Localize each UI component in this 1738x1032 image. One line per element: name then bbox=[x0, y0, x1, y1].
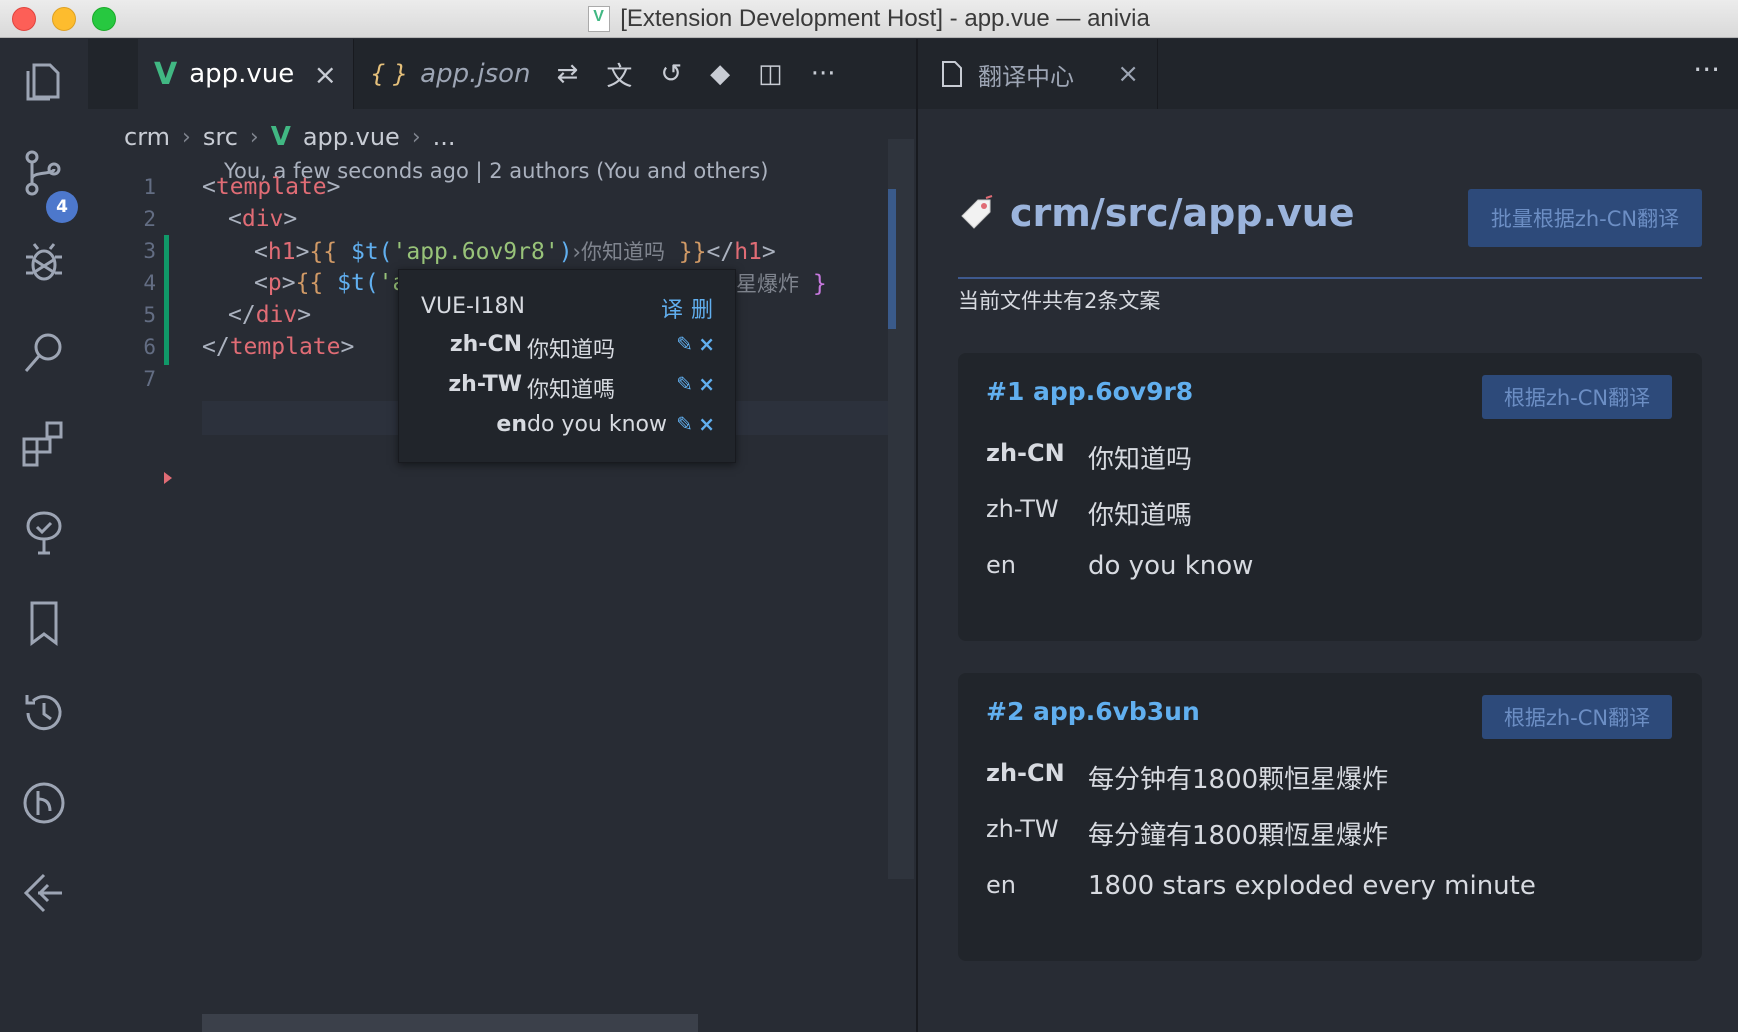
entry-value[interactable]: 1800 stars exploded every minute bbox=[1088, 871, 1536, 901]
json-icon: { } bbox=[370, 60, 409, 88]
more-actions-icon[interactable]: ··· bbox=[1693, 53, 1720, 86]
hover-row: zh-CN 你知道吗 ✎ × bbox=[449, 332, 715, 363]
breadcrumb-item[interactable]: src bbox=[203, 123, 238, 151]
vue-icon: V bbox=[270, 122, 291, 152]
gitlens-icon[interactable] bbox=[16, 865, 72, 921]
split-editor-icon[interactable]: ◫ bbox=[758, 59, 783, 89]
tab-label: app.vue bbox=[189, 59, 295, 89]
tree-check-icon[interactable] bbox=[16, 505, 72, 561]
entry-value[interactable]: 你知道嗎 bbox=[1088, 495, 1192, 532]
entry-row: en 1800 stars exploded every minute bbox=[986, 871, 1536, 901]
hover-title: VUE-I18N bbox=[421, 294, 525, 319]
code-line: 2 <div> bbox=[143, 206, 298, 232]
explorer-icon[interactable] bbox=[16, 53, 72, 109]
activity-bar: 4 bbox=[0, 39, 88, 1032]
window-maximize-button[interactable] bbox=[92, 7, 116, 31]
tab-app-json[interactable]: { } app.json bbox=[354, 39, 547, 109]
editor-area: V app.vue × { } app.json ⇄ 文 ↺ ◆ ◫ ··· c… bbox=[88, 39, 916, 1032]
window-close-button[interactable] bbox=[12, 7, 36, 31]
divider bbox=[958, 277, 1702, 279]
hover-row: zh-TW 你知道嗎 ✎ × bbox=[448, 372, 715, 403]
compare-changes-icon[interactable]: ⇄ bbox=[557, 59, 579, 89]
file-icon bbox=[942, 61, 962, 87]
close-icon[interactable]: × bbox=[698, 332, 715, 356]
chevron-right-icon: › bbox=[182, 124, 191, 150]
tag-icon bbox=[961, 195, 993, 229]
window-title-text: [Extension Development Host] - app.vue —… bbox=[620, 4, 1150, 32]
editor-tab-bar: V app.vue × { } app.json ⇄ 文 ↺ ◆ ◫ ··· bbox=[88, 39, 916, 109]
i18n-hover-popup: VUE-I18N 译 删 zh-CN 你知道吗 ✎ × zh-TW 你知道嗎 ✎… bbox=[398, 269, 736, 463]
entry-row: en do you know bbox=[986, 551, 1254, 581]
close-icon[interactable]: × bbox=[698, 372, 715, 396]
batch-translate-button[interactable]: 批量根据zh-CN翻译 bbox=[1468, 189, 1702, 247]
panel-tab-bar: 翻译中心 × ··· bbox=[918, 39, 1738, 109]
git-icon[interactable]: ◆ bbox=[710, 59, 730, 89]
pencil-icon[interactable]: ✎ bbox=[676, 332, 693, 356]
breadcrumb: crm › src › V app.vue › ... bbox=[88, 109, 916, 165]
chevron-right-icon: › bbox=[249, 124, 259, 150]
search-icon[interactable] bbox=[16, 325, 72, 381]
tab-app-vue[interactable]: V app.vue × bbox=[138, 39, 354, 109]
close-icon[interactable]: × bbox=[314, 58, 337, 91]
tab-translation-center[interactable]: 翻译中心 × bbox=[918, 39, 1158, 109]
window-title: [Extension Development Host] - app.vue —… bbox=[588, 5, 1150, 33]
entry-row: zh-TW 你知道嗎 bbox=[986, 495, 1193, 532]
entry-card: #1 app.6ov9r8 根据zh-CN翻译 zh-CN 你知道吗 zh-TW… bbox=[958, 353, 1702, 641]
scrollbar-thumb[interactable] bbox=[888, 189, 896, 329]
more-actions-icon[interactable]: ··· bbox=[811, 59, 836, 89]
vue-file-icon bbox=[588, 5, 611, 32]
timeline-icon[interactable] bbox=[16, 775, 72, 831]
entry-value[interactable]: 每分鐘有1800顆恆星爆炸 bbox=[1088, 815, 1388, 852]
extensions-icon[interactable] bbox=[16, 415, 72, 471]
history-icon[interactable] bbox=[16, 685, 72, 741]
i18n-inline-hint: ›你知道吗 bbox=[572, 240, 665, 264]
pencil-icon[interactable]: ✎ bbox=[676, 412, 693, 436]
entry-value[interactable]: 你知道吗 bbox=[1088, 439, 1192, 476]
entry-row: zh-CN 每分钟有1800颗恒星爆炸 bbox=[986, 759, 1389, 796]
title-bar: [Extension Development Host] - app.vue —… bbox=[0, 0, 1738, 38]
i18n-inline-hint: 星爆炸 bbox=[736, 272, 799, 296]
entry-row: zh-TW 每分鐘有1800顆恆星爆炸 bbox=[986, 815, 1389, 852]
entry-row: zh-CN 你知道吗 bbox=[986, 439, 1193, 476]
editor-toolbar: ⇄ 文 ↺ ◆ ◫ ··· bbox=[557, 39, 836, 109]
debug-icon[interactable] bbox=[16, 235, 72, 291]
translation-center-panel: 翻译中心 × ··· crm/src/app.vue 批量根据zh-CN翻译 当… bbox=[916, 39, 1738, 1032]
file-title: crm/src/app.vue bbox=[958, 191, 1355, 235]
close-icon[interactable]: × bbox=[698, 412, 715, 436]
open-changes-icon[interactable]: ↺ bbox=[660, 59, 682, 89]
breadcrumb-item[interactable]: ... bbox=[433, 123, 456, 151]
translate-icon[interactable]: 文 bbox=[606, 56, 632, 93]
entry-key: #2 app.6vb3un bbox=[986, 697, 1200, 726]
entry-key: #1 app.6ov9r8 bbox=[986, 377, 1194, 406]
tab-label: 翻译中心 bbox=[978, 62, 1074, 91]
file-path-title: crm/src/app.vue bbox=[1010, 191, 1355, 235]
pencil-icon[interactable]: ✎ bbox=[676, 372, 693, 396]
code-line: 3 <h1>{{ $t('app.6ov9r8')›你知道吗 }}</h1> bbox=[143, 239, 776, 265]
breadcrumb-item[interactable]: app.vue bbox=[303, 123, 400, 151]
translate-link[interactable]: 译 bbox=[661, 292, 683, 324]
source-control-badge: 4 bbox=[46, 191, 78, 223]
close-icon[interactable]: × bbox=[1117, 59, 1139, 89]
hover-row: en do you know ✎ × bbox=[496, 412, 715, 437]
vue-icon: V bbox=[154, 56, 178, 92]
horizontal-scrollbar[interactable] bbox=[202, 1014, 698, 1032]
breadcrumb-item[interactable]: crm bbox=[124, 123, 170, 151]
translate-from-zh-cn-button[interactable]: 根据zh-CN翻译 bbox=[1482, 695, 1672, 739]
entry-card: #2 app.6vb3un 根据zh-CN翻译 zh-CN 每分钟有1800颗恒… bbox=[958, 673, 1702, 961]
translate-from-zh-cn-button[interactable]: 根据zh-CN翻译 bbox=[1482, 375, 1672, 419]
delete-link[interactable]: 删 bbox=[691, 292, 713, 324]
window-minimize-button[interactable] bbox=[52, 7, 76, 31]
entry-value[interactable]: 每分钟有1800颗恒星爆炸 bbox=[1088, 759, 1388, 796]
fold-marker-icon bbox=[164, 472, 172, 484]
bookmark-icon[interactable] bbox=[16, 595, 72, 651]
chevron-right-icon: › bbox=[411, 124, 421, 150]
panel-body: crm/src/app.vue 批量根据zh-CN翻译 当前文件共有2条文案 #… bbox=[918, 109, 1738, 1032]
summary-text: 当前文件共有2条文案 bbox=[958, 289, 1161, 313]
tab-label: app.json bbox=[420, 59, 531, 89]
code-line: 1 <template> bbox=[143, 174, 341, 200]
entry-value[interactable]: do you know bbox=[1088, 551, 1253, 581]
